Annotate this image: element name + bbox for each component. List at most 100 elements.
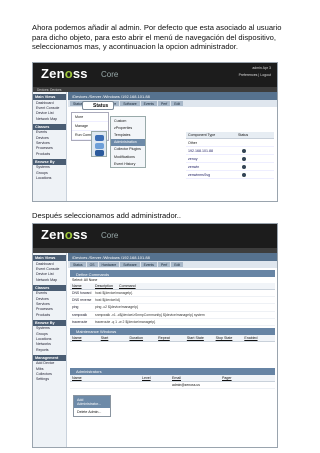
device-title: /Devices /Server /Windows /192.168.101.8… [68, 253, 277, 261]
submenu-item[interactable]: Administration [111, 138, 145, 146]
menu-icons-panel [91, 131, 107, 157]
command-name[interactable]: DNS forward [72, 291, 95, 295]
context-menu-item[interactable]: Delete Admin... [74, 408, 110, 416]
administrators-columns: Name Level Email Pager [70, 374, 275, 382]
main-panel: /Devices /Server /Windows /192.168.101.8… [68, 92, 277, 201]
command-name[interactable]: ping [72, 305, 95, 309]
command-text: host ${device/manageIp} [95, 291, 133, 296]
context-menu-item[interactable]: Add Administrator... [74, 396, 110, 408]
component-row[interactable]: zenwin [186, 163, 274, 171]
maintenance-windows-header[interactable]: Maintenance Windows [70, 327, 275, 335]
screenshot-administrators: Zenoss Core Main Views Dashboard Event Con… [32, 223, 278, 448]
core-label: Core [101, 70, 119, 79]
device-subtabs: StatusOSHardwareSoftwareEventsPerfEdit [68, 261, 277, 268]
device-title: /Devices /Server /Windows /192.168.101.8… [68, 92, 277, 100]
user-info: admin Apr 3 [252, 66, 271, 70]
component-table-header: Component Type Status [186, 132, 274, 139]
command-text: host ${device/id} [95, 298, 120, 303]
screenshot-device-menu: Zenoss Core admin Apr 3 Preferences | Lo… [32, 62, 278, 202]
device-tab[interactable]: Events [140, 101, 157, 106]
device-tab[interactable]: Perf [158, 262, 171, 267]
sidebar: Main Views Dashboard Event Console Device L… [33, 253, 67, 447]
sidebar-item[interactable]: Locations [33, 175, 66, 180]
sidebar-item[interactable]: Settings [33, 377, 66, 382]
zenoss-logo: Zenoss [41, 66, 88, 81]
submenu-item[interactable]: Modifications [111, 153, 145, 160]
device-tab[interactable]: OS [86, 262, 98, 267]
component-row[interactable]: zenwinmsSvg [186, 171, 274, 179]
component-name: Other [188, 140, 197, 145]
device-tab[interactable]: Events [140, 262, 157, 267]
device-tab[interactable]: Edit [171, 101, 184, 106]
sidebar-item[interactable]: Reports [33, 347, 66, 352]
command-name[interactable]: traceroute [72, 320, 95, 324]
device-tab[interactable]: Hardware [98, 262, 120, 267]
commands-columns: Name Description Command [70, 283, 275, 290]
administrators-header[interactable]: Administrators [70, 367, 275, 375]
command-row[interactable]: traceroute traceroute -q 1 -w 2 ${device/… [70, 319, 275, 326]
page-menu-item[interactable]: Manage [72, 122, 108, 131]
submenu-item[interactable]: Event History [111, 160, 145, 167]
page-menu-item[interactable]: More [72, 113, 108, 122]
command-row[interactable]: DNS reverse host ${device/id} [70, 297, 275, 305]
status-dot-icon [242, 164, 246, 169]
maintenance-column[interactable]: Duration [129, 336, 158, 340]
administrators-table: Name Level Email Pager admin@zenoss.us [70, 374, 275, 390]
core-label: Core [101, 231, 119, 240]
instruction-paragraph-1: Ahora podemos añadir al admin. Por defec… [32, 23, 282, 52]
component-name: 192.168.101.88 [188, 148, 213, 153]
maintenance-column[interactable]: Start [101, 336, 130, 340]
maintenance-column[interactable]: Repeat [158, 336, 187, 340]
status-dot-icon [242, 156, 246, 161]
status-dot-icon [242, 148, 246, 153]
status-icon [95, 135, 104, 141]
maintenance-empty [70, 342, 275, 366]
command-text: ping -c2 ${device/manageIp} [95, 305, 138, 310]
zenoss-header: Zenoss Core [33, 224, 277, 248]
command-name[interactable]: snmpwalk [72, 313, 95, 317]
main-panel: /Devices /Server /Windows /192.168.101.8… [68, 253, 277, 447]
command-row[interactable]: ping ping -c2 ${device/manageIp} [70, 304, 275, 312]
maintenance-column[interactable]: Name [72, 336, 101, 340]
component-row[interactable]: zenoy [186, 155, 274, 163]
sidebar-item[interactable]: Network Map [33, 277, 66, 282]
submenu-item[interactable]: zProperties [111, 124, 145, 131]
more-submenu: Custom zProperties Templates Administration… [110, 116, 146, 169]
maintenance-column[interactable]: Enabled [244, 336, 273, 340]
device-tab[interactable]: Software [120, 101, 140, 106]
command-row[interactable]: snmpwalk snmpwalk -v1 -c${device/zSnmpCom… [70, 312, 275, 319]
command-text: traceroute -q 1 -w 2 ${device/manageIp} [95, 319, 156, 324]
device-tab[interactable]: Software [120, 262, 140, 267]
submenu-item[interactable]: Templates [111, 131, 145, 138]
device-tab[interactable]: Status [70, 262, 86, 267]
sidebar: Main Views Dashboard Event Console Device L… [33, 92, 67, 201]
component-row[interactable]: 192.168.101.88 [186, 147, 274, 155]
instruction-paragraph-2: Después seleccionamos add administrador.… [32, 211, 182, 220]
maintenance-column[interactable]: Start State [187, 336, 216, 340]
command-text: snmpwalk -v1 -c${device/zSnmpCommunity} … [95, 312, 205, 317]
component-row[interactable]: Other [186, 139, 274, 147]
command-row[interactable]: DNS forward host ${device/manageIp} [70, 290, 275, 298]
header-links[interactable]: Preferences | Logout [239, 73, 271, 77]
component-name: zenwinmsSvg [188, 172, 211, 177]
define-commands-header[interactable]: Define Commands [70, 270, 275, 277]
maintenance-columns: Name Start Duration Repeat Start State Stop S… [70, 334, 275, 342]
submenu-item[interactable]: Collector Plugins [111, 146, 145, 153]
commands-table: Select: All None Name Description Comman… [70, 277, 275, 326]
status-icon [95, 150, 104, 156]
admin-row[interactable]: admin@zenoss.us [70, 382, 275, 390]
sidebar-item[interactable]: Products [33, 312, 66, 317]
device-tab[interactable]: Perf [158, 101, 171, 106]
maintenance-column[interactable]: Stop State [216, 336, 245, 340]
sidebar-item[interactable]: Products [33, 151, 66, 156]
zenoss-header: Zenoss Core admin Apr 3 Preferences | Lo… [33, 63, 277, 87]
component-name: zenwin [188, 164, 200, 169]
device-tab[interactable]: Edit [171, 262, 184, 267]
sidebar-item[interactable]: Network Map [33, 116, 66, 121]
status-tab[interactable]: Status [82, 101, 114, 110]
submenu-item[interactable]: Custom [111, 117, 145, 124]
maintenance-table: Name Start Duration Repeat Start State Stop S… [70, 334, 275, 366]
command-name[interactable]: DNS reverse [72, 298, 95, 302]
status-dot-icon [242, 172, 246, 177]
component-name: zenoy [188, 156, 198, 161]
